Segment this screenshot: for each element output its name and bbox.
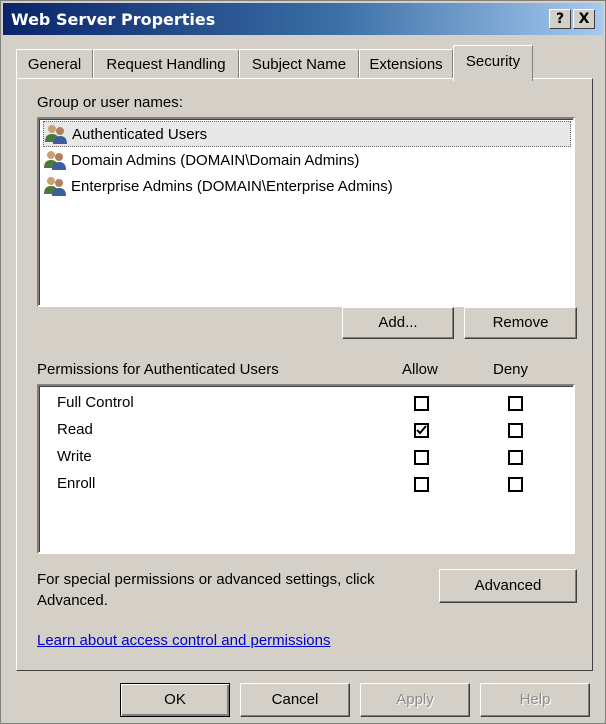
add-button[interactable]: Add...: [342, 307, 454, 339]
title-bar[interactable]: Web Server Properties ? X: [3, 3, 603, 35]
users-group-icon: [44, 124, 70, 144]
close-title-button[interactable]: X: [573, 9, 595, 29]
tab-label: Security: [465, 53, 521, 70]
allow-checkbox[interactable]: [414, 423, 429, 438]
list-item[interactable]: Authenticated Users: [43, 121, 571, 147]
users-group-icon: [43, 176, 69, 196]
checkmark-icon: [416, 425, 427, 435]
tab-extensions[interactable]: Extensions: [359, 49, 453, 79]
permission-row: Enroll: [57, 475, 577, 501]
help-button[interactable]: Help: [480, 683, 590, 717]
allow-checkbox[interactable]: [414, 450, 429, 465]
tab-label: Request Handling: [106, 56, 226, 73]
deny-checkbox[interactable]: [508, 477, 523, 492]
user-list[interactable]: Authenticated Users Domain Admins (DOMAI…: [37, 117, 575, 307]
tab-subject-name[interactable]: Subject Name: [239, 49, 359, 79]
tab-label: Subject Name: [251, 56, 347, 73]
tab-label: Extensions: [369, 56, 443, 73]
apply-button[interactable]: Apply: [360, 683, 470, 717]
permissions-list: Full Control Read Write Enroll: [37, 384, 575, 554]
list-item[interactable]: Domain Admins (DOMAIN\Domain Admins): [43, 147, 571, 173]
tab-security[interactable]: Security: [453, 45, 533, 81]
tab-general[interactable]: General: [16, 49, 93, 79]
access-control-link[interactable]: Learn about access control and permissio…: [37, 632, 331, 649]
permission-row: Full Control: [57, 394, 577, 420]
user-name: Domain Admins (DOMAIN\Domain Admins): [71, 151, 360, 169]
remove-button[interactable]: Remove: [464, 307, 577, 339]
user-name: Enterprise Admins (DOMAIN\Enterprise Adm…: [71, 177, 393, 195]
help-title-button[interactable]: ?: [549, 9, 571, 29]
users-group-icon: [43, 150, 69, 170]
deny-checkbox[interactable]: [508, 396, 523, 411]
security-panel: Group or user names: Authenticated Users: [16, 78, 593, 671]
tab-request-handling[interactable]: Request Handling: [93, 49, 239, 79]
permissions-header: Permissions for Authenticated Users: [37, 361, 279, 378]
allow-header: Allow: [402, 361, 438, 378]
permission-row: Read: [57, 421, 577, 447]
list-item[interactable]: Enterprise Admins (DOMAIN\Enterprise Adm…: [43, 173, 571, 199]
user-name: Authenticated Users: [72, 125, 208, 143]
permission-name: Read: [57, 421, 93, 438]
advanced-help-text-line1: For special permissions or advanced sett…: [37, 571, 375, 588]
cancel-button[interactable]: Cancel: [240, 683, 350, 717]
window-title: Web Server Properties: [11, 10, 216, 29]
deny-checkbox[interactable]: [508, 450, 523, 465]
allow-checkbox[interactable]: [414, 477, 429, 492]
tab-label: General: [27, 56, 82, 73]
permission-name: Write: [57, 448, 92, 465]
deny-checkbox[interactable]: [508, 423, 523, 438]
group-label: Group or user names:: [37, 94, 183, 111]
permission-row: Write: [57, 448, 577, 474]
dialog-window: Web Server Properties ? X General Reques…: [0, 0, 606, 724]
permission-name: Full Control: [57, 394, 134, 411]
deny-header: Deny: [493, 361, 529, 378]
advanced-help-text-line2: Advanced.: [37, 592, 108, 609]
allow-checkbox[interactable]: [414, 396, 429, 411]
permission-name: Enroll: [57, 475, 96, 492]
ok-button[interactable]: OK: [120, 683, 230, 717]
advanced-button[interactable]: Advanced: [439, 569, 577, 603]
